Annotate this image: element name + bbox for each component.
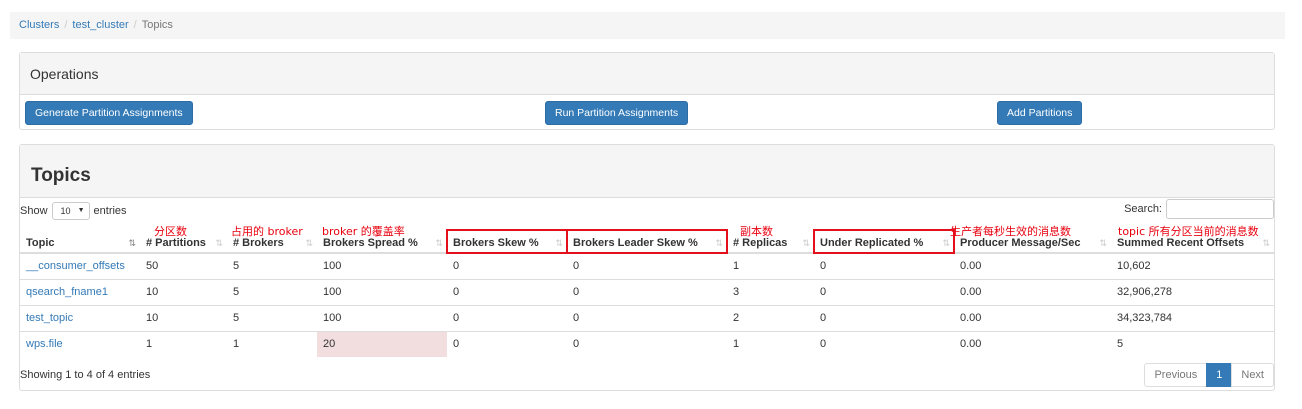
brokers-spread-cell: 100 <box>317 252 447 279</box>
summed-recent-offsets-cell: 10,602 <box>1111 252 1274 279</box>
brokers-cell: 5 <box>227 252 317 279</box>
topics-title: Topics <box>20 145 1274 198</box>
column-header-brokers[interactable]: # Brokers ⇅ <box>227 230 317 254</box>
brokers-spread-cell: 100 <box>317 278 447 305</box>
breadcrumb-separator: / <box>133 19 137 31</box>
entries-label: entries <box>93 205 127 217</box>
topics-panel: Topics Show 10 ▼ entries Search: 分区数 占用的 … <box>19 144 1275 391</box>
entries-length-value: 10 <box>60 206 71 216</box>
brokers-cell: 5 <box>227 304 317 331</box>
sort-icon: ⇅ <box>435 238 443 248</box>
sort-icon: ⇅ <box>1262 238 1270 248</box>
producer-message-sec-cell: 0.00 <box>954 304 1111 331</box>
replicas-cell: 3 <box>727 278 814 305</box>
partitions-cell: 10 <box>140 278 227 305</box>
add-partitions-button[interactable]: Add Partitions <box>997 101 1083 125</box>
summed-recent-offsets-cell: 5 <box>1111 330 1274 357</box>
brokers-leader-skew-cell: 0 <box>567 252 727 279</box>
breadcrumb: Clusters / test_cluster / Topics <box>10 12 1285 39</box>
topic-link[interactable]: test_topic <box>26 312 73 324</box>
entries-length-select[interactable]: 10 ▼ <box>51 202 90 220</box>
next-page-button[interactable]: Next <box>1231 363 1274 387</box>
summed-recent-offsets-cell: 34,323,784 <box>1111 304 1274 331</box>
under-replicated-cell: 0 <box>814 278 954 305</box>
search-label: Search: <box>1124 203 1162 215</box>
brokers-leader-skew-cell: 0 <box>567 330 727 357</box>
partitions-cell: 10 <box>140 304 227 331</box>
operations-title: Operations <box>20 53 1274 95</box>
chevron-down-icon: ▼ <box>77 207 85 214</box>
brokers-cell: 5 <box>227 278 317 305</box>
topics-table: Topic ⇅ # Partitions ⇅ # Brokers ⇅ Brokers … <box>20 229 1274 357</box>
brokers-leader-skew-cell: 0 <box>567 278 727 305</box>
operations-panel: Operations Generate Partition Assignment… <box>19 52 1275 130</box>
brokers-skew-cell: 0 <box>447 252 567 279</box>
under-replicated-cell: 0 <box>814 252 954 279</box>
brokers-skew-cell: 0 <box>447 330 567 357</box>
column-header-producer-message-sec[interactable]: Producer Message/Sec ⇅ <box>954 230 1111 254</box>
partitions-cell: 50 <box>140 252 227 279</box>
table-row: test_topic 10 5 100 0 0 2 0 0.00 34,323,… <box>20 304 1274 331</box>
breadcrumb-clusters-link[interactable]: Clusters <box>19 19 59 31</box>
producer-message-sec-cell: 0.00 <box>954 252 1111 279</box>
topic-cell[interactable]: wps.file <box>20 330 140 357</box>
search-input[interactable] <box>1166 199 1274 219</box>
producer-message-sec-cell: 0.00 <box>954 330 1111 357</box>
sort-icon: ⇅ <box>555 238 563 248</box>
pagination: Previous 1 Next <box>1144 363 1274 387</box>
sort-icon: ⇅ <box>942 238 950 248</box>
column-header-replicas[interactable]: # Replicas ⇅ <box>727 230 814 254</box>
page-1-button[interactable]: 1 <box>1206 363 1233 387</box>
topic-cell[interactable]: __consumer_offsets <box>20 252 140 279</box>
topic-link[interactable]: wps.file <box>26 338 63 350</box>
replicas-cell: 1 <box>727 330 814 357</box>
under-replicated-cell: 0 <box>814 330 954 357</box>
sort-icon: ⇅ <box>1099 238 1107 248</box>
column-header-under-replicated[interactable]: Under Replicated % ⇅ <box>813 229 955 254</box>
column-header-partitions[interactable]: # Partitions ⇅ <box>140 230 227 254</box>
topic-cell[interactable]: qsearch_fname1 <box>20 278 140 305</box>
column-header-brokers-skew[interactable]: Brokers Skew % ⇅ <box>446 229 568 254</box>
run-partition-assignments-button[interactable]: Run Partition Assignments <box>545 101 689 125</box>
sort-icon: ⇅ <box>128 238 136 248</box>
column-header-summed-recent-offsets[interactable]: Summed Recent Offsets ⇅ <box>1111 230 1274 254</box>
table-row: wps.file 1 1 20 0 0 1 0 0.00 5 <box>20 330 1274 357</box>
breadcrumb-separator: / <box>64 19 68 31</box>
brokers-spread-cell: 100 <box>317 304 447 331</box>
replicas-cell: 2 <box>727 304 814 331</box>
table-header-row: Topic ⇅ # Partitions ⇅ # Brokers ⇅ Brokers … <box>20 229 1274 254</box>
sort-icon: ⇅ <box>305 238 313 248</box>
entries-length-control: Show 10 ▼ entries <box>20 202 127 220</box>
brokers-skew-cell: 0 <box>447 278 567 305</box>
table-info: Showing 1 to 4 of 4 entries <box>20 369 151 381</box>
topic-cell[interactable]: test_topic <box>20 304 140 331</box>
topic-link[interactable]: qsearch_fname1 <box>26 286 108 298</box>
column-header-topic[interactable]: Topic ⇅ <box>20 230 140 254</box>
breadcrumb-cluster-link[interactable]: test_cluster <box>72 19 128 31</box>
generate-partition-assignments-button[interactable]: Generate Partition Assignments <box>25 101 193 125</box>
under-replicated-cell: 0 <box>814 304 954 331</box>
search-control: Search: <box>1124 199 1274 219</box>
sort-icon: ⇅ <box>715 238 723 248</box>
topic-link[interactable]: __consumer_offsets <box>26 260 125 272</box>
brokers-cell: 1 <box>227 330 317 357</box>
summed-recent-offsets-cell: 32,906,278 <box>1111 278 1274 305</box>
previous-page-button[interactable]: Previous <box>1144 363 1208 387</box>
show-label: Show <box>20 205 48 217</box>
brokers-spread-cell: 20 <box>317 330 447 357</box>
brokers-leader-skew-cell: 0 <box>567 304 727 331</box>
table-row: __consumer_offsets 50 5 100 0 0 1 0 0.00… <box>20 252 1274 279</box>
sort-icon: ⇅ <box>215 238 223 248</box>
brokers-skew-cell: 0 <box>447 304 567 331</box>
column-header-brokers-leader-skew[interactable]: Brokers Leader Skew % ⇅ <box>566 229 728 254</box>
breadcrumb-current: Topics <box>141 19 173 31</box>
replicas-cell: 1 <box>727 252 814 279</box>
partitions-cell: 1 <box>140 330 227 357</box>
producer-message-sec-cell: 0.00 <box>954 278 1111 305</box>
table-row: qsearch_fname1 10 5 100 0 0 3 0 0.00 32,… <box>20 278 1274 305</box>
sort-icon: ⇅ <box>802 238 810 248</box>
column-header-brokers-spread[interactable]: Brokers Spread % ⇅ <box>317 230 447 254</box>
